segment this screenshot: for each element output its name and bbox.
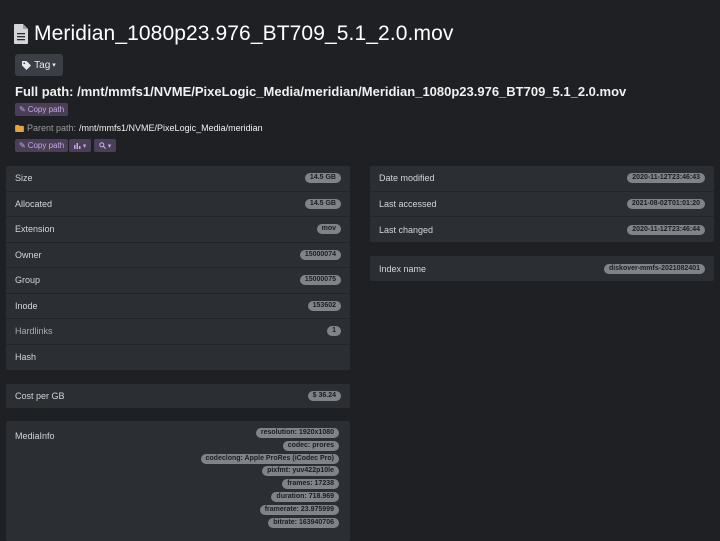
chevron-down-icon: ▾ (82, 142, 87, 150)
mediainfo-list: resolution: 1920x1080 codec: prores codecl… (200, 428, 339, 530)
file-properties-panel: Size 14.5 GB Allocated 14.5 GB Extension mov O… (6, 166, 350, 370)
parent-path: Parent path: /mnt/mmfs1/NVME/PixeLogic_M… (15, 123, 263, 133)
property-label: Date modified (379, 173, 435, 184)
copy-parent-path-label: Copy path (27, 141, 65, 150)
mediainfo-label: MediaInfo (15, 431, 55, 441)
property-row: Size 14.5 GB (6, 166, 350, 192)
copy-full-path-button[interactable]: ✎ Copy path (15, 103, 69, 116)
search-icon (98, 142, 106, 149)
index-panel: Index name diskover-mmfs-2021082401 (370, 256, 714, 281)
mediainfo-badge: frames: 17238 (282, 479, 339, 490)
property-value-badge: 2021-08-02T01:01:20 (626, 198, 705, 209)
cost-value: $ 36.24 (307, 391, 341, 401)
property-row: Hardlinks 1 (6, 319, 350, 345)
property-row: Inode 153602 (6, 294, 350, 319)
property-value-badge: 15000074 (299, 249, 341, 260)
property-row: Group 15000075 (6, 268, 350, 294)
copy-parent-path-button[interactable]: ✎ Copy path (15, 139, 69, 152)
property-row: Cost per GB $ 36.24 (6, 384, 350, 408)
cost-panel: Cost per GB $ 36.24 (6, 384, 350, 408)
full-path: Full path: /mnt/mmfs1/NVME/PixeLogic_Med… (15, 84, 626, 99)
mediainfo-badge: bitrate: 163940706 (268, 517, 339, 528)
parent-path-value: /mnt/mmfs1/NVME/PixeLogic_Media/meridian (79, 123, 263, 133)
cost-label: Cost per GB (15, 391, 65, 401)
chevron-down-icon: ▾ (52, 62, 56, 69)
property-label: Inode (15, 300, 38, 311)
property-value-badge: 1 (327, 326, 341, 337)
property-label: Allocated (15, 198, 53, 209)
property-value-badge: 153602 (307, 300, 341, 311)
property-row: Hash (6, 345, 350, 371)
search-dropdown-button[interactable]: ▾ (94, 139, 116, 152)
mediainfo-badge: pixfmt: yuv422p10le (262, 466, 339, 477)
property-row: Allocated 14.5 GB (6, 192, 350, 217)
full-path-label: Full path: (15, 84, 74, 99)
property-label: Last accessed (379, 198, 437, 209)
mediainfo-badge: framerate: 23.975999 (259, 504, 339, 515)
page-title: Meridian_1080p23.976_BT709_5.1_2.0.mov (34, 22, 454, 45)
file-icon (14, 24, 28, 44)
property-row: Last accessed 2021-08-02T01:01:20 (370, 192, 714, 217)
mediainfo-badge: codeclong: Apple ProRes (iCodec Pro) (200, 453, 339, 464)
tag-icon (22, 60, 32, 70)
folder-icon (15, 124, 24, 132)
mediainfo-badge: duration: 718.969 (271, 491, 339, 502)
tag-button[interactable]: Tag ▾ (15, 54, 63, 76)
property-label: Size (15, 173, 33, 184)
page-header: Meridian_1080p23.976_BT709_5.1_2.0.mov (14, 22, 453, 46)
chart-icon (73, 143, 81, 149)
property-label: Extension (15, 224, 55, 235)
index-name-label: Index name (379, 263, 427, 274)
property-label: Hardlinks (15, 326, 53, 337)
property-row: Index name diskover-mmfs-2021082401 (370, 256, 714, 281)
chart-dropdown-button[interactable]: ▾ (69, 139, 91, 152)
mediainfo-panel: MediaInfo resolution: 1920x1080 codec: pr… (6, 421, 350, 541)
property-row: Date modified 2020-11-12T23:46:43 (370, 166, 714, 192)
property-label: Last changed (379, 224, 434, 235)
full-path-value: /mnt/mmfs1/NVME/PixeLogic_Media/meridian… (77, 84, 627, 99)
property-label: Group (15, 275, 41, 286)
property-value-badge: 15000075 (299, 275, 341, 286)
property-row: Extension mov (6, 217, 350, 243)
copy-icon: ✎ (19, 105, 26, 114)
chevron-down-icon: ▾ (107, 142, 112, 150)
property-value-badge: mov (316, 224, 341, 235)
mediainfo-badge: resolution: 1920x1080 (255, 428, 339, 438)
tag-button-label: Tag (34, 59, 51, 71)
property-value-badge: 2020-11-12T23:46:44 (627, 224, 705, 235)
dates-panel: Date modified 2020-11-12T23:46:43 Last acc… (370, 166, 714, 242)
property-value-badge: 2020-11-12T23:46:43 (627, 173, 705, 184)
property-row: Owner 15000074 (6, 243, 350, 268)
parent-path-label: Parent path: (27, 123, 77, 133)
property-value-badge: 14.5 GB (304, 198, 341, 209)
property-label: Owner (15, 249, 42, 260)
copy-full-path-label: Copy path (27, 105, 65, 114)
property-value-badge: 14.5 GB (304, 173, 341, 184)
property-row: Last changed 2020-11-12T23:46:44 (370, 217, 714, 243)
mediainfo-badge: codec: prores (282, 440, 339, 451)
copy-icon: ✎ (19, 141, 26, 150)
index-name-value: diskover-mmfs-2021082401 (603, 263, 705, 274)
property-label: Hash (15, 352, 37, 363)
